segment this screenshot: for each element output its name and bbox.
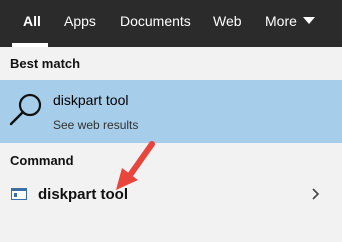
window-icon: [11, 188, 27, 200]
tab-documents[interactable]: Documents: [120, 0, 191, 47]
tab-all[interactable]: All: [23, 0, 41, 47]
search-icon: [9, 93, 42, 126]
chevron-right-icon[interactable]: [310, 186, 322, 202]
best-match-header: Best match: [10, 56, 81, 71]
search-tab-bar: All Apps Documents Web More: [0, 0, 342, 47]
tab-web[interactable]: Web: [213, 0, 242, 47]
tab-more-label: More: [265, 13, 297, 29]
best-match-item[interactable]: diskpart tool See web results: [0, 80, 342, 143]
active-tab-indicator: [12, 43, 48, 47]
best-match-subtitle: See web results: [53, 118, 139, 132]
annotation-arrow-icon: [116, 141, 155, 190]
best-match-title: diskpart tool: [53, 92, 129, 108]
tab-more[interactable]: More: [265, 0, 315, 47]
search-panel: All Apps Documents Web More Best match d…: [0, 0, 342, 242]
command-result-item[interactable]: diskpart tool: [0, 176, 342, 214]
chevron-down-icon: [302, 17, 315, 24]
tab-apps[interactable]: Apps: [64, 0, 96, 47]
command-header: Command: [10, 153, 74, 168]
